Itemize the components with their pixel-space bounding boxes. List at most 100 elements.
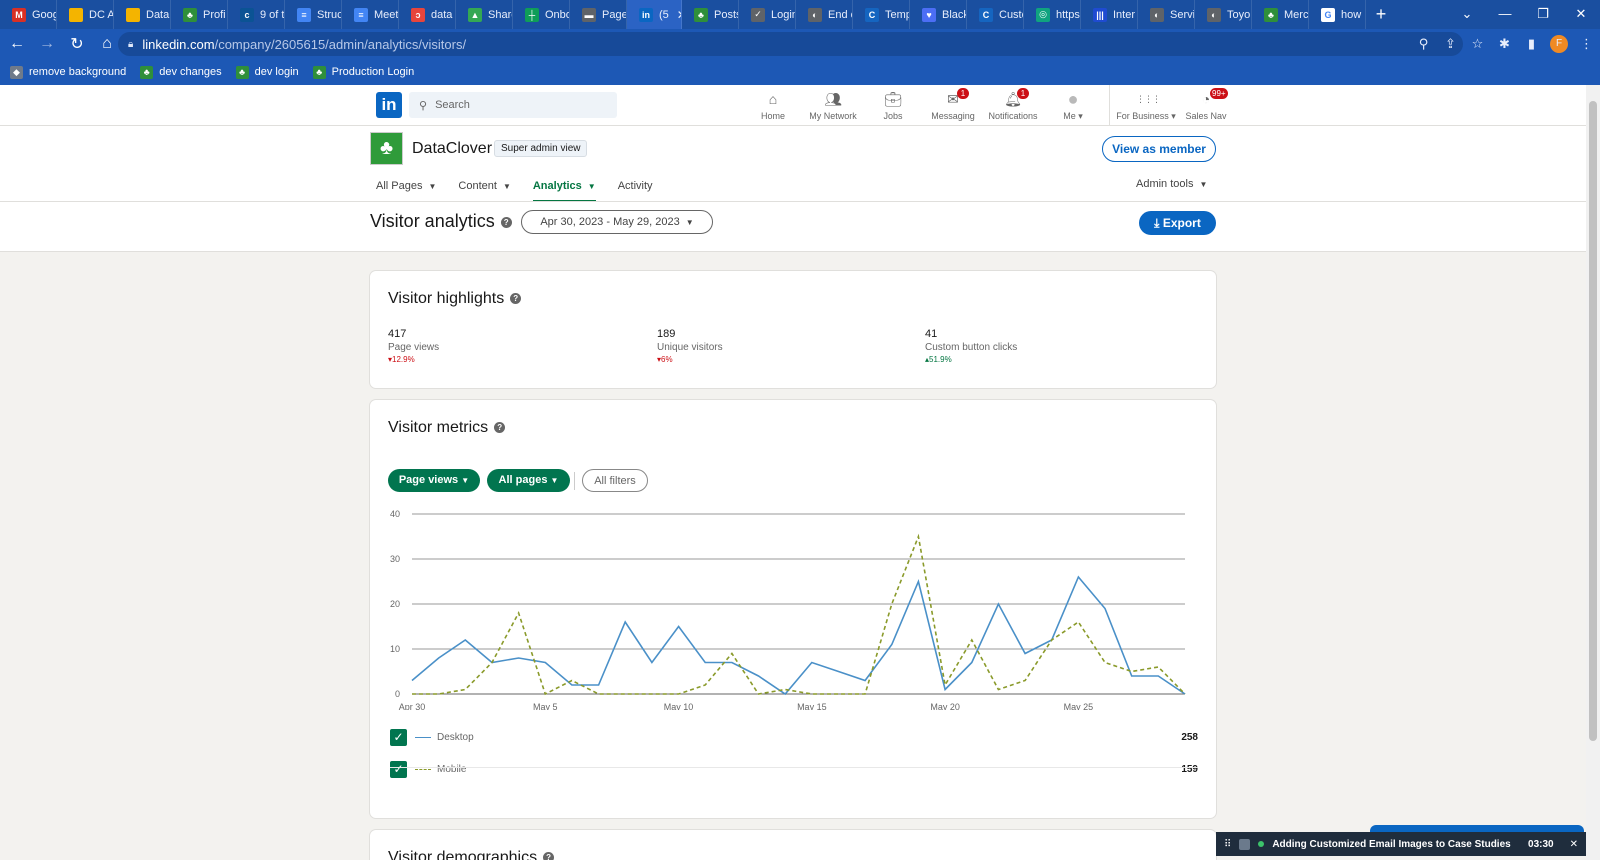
side-panel-icon[interactable]: ▮ (1518, 36, 1545, 52)
legend-item-desktop[interactable]: ✓ Desktop 258 (390, 726, 1198, 748)
reload-icon[interactable]: ↻ (64, 34, 90, 54)
browser-tab[interactable]: ◐ Servi (1138, 0, 1195, 29)
clover-icon: ♣ (312, 65, 326, 79)
browser-tab-label: data (431, 8, 453, 21)
browser-tab[interactable]: DC A (57, 0, 114, 29)
browser-tab[interactable]: ◐ End c (796, 0, 853, 29)
tab-analytics[interactable]: Analytics ▼ (532, 178, 596, 202)
grid-icon: ⋮⋮⋮ (1136, 94, 1161, 104)
browser-tab[interactable]: C Custo (967, 0, 1024, 29)
checkbox-checked-icon[interactable]: ✓ (390, 728, 407, 746)
lock-icon[interactable]: 🔒︎ (128, 39, 133, 50)
help-icon[interactable]: ? (510, 293, 522, 305)
new-tab-icon[interactable]: + (1366, 4, 1396, 25)
tab-all-pages[interactable]: All Pages ▼ (376, 178, 436, 202)
browser-tab[interactable]: M Goog (0, 0, 57, 29)
bookmark-star-icon[interactable]: ☆ (1464, 36, 1491, 52)
browser-tab[interactable]: ┼ Onbo (513, 0, 570, 29)
forward-icon[interactable]: → (34, 35, 60, 53)
browser-tab[interactable]: Data (114, 0, 171, 29)
browser-tab-label: Toyo (1227, 8, 1251, 21)
view-as-member-button[interactable]: View as member (1102, 136, 1216, 162)
share-icon[interactable]: ⇪ (1437, 36, 1464, 52)
browser-tab[interactable]: ≡ Struc (285, 0, 342, 29)
tab-search-icon[interactable]: ⌄ (1448, 0, 1486, 29)
export-button[interactable]: ⤓ Export (1139, 211, 1216, 235)
home-icon: ⌂ (768, 91, 778, 107)
bookmark-item[interactable]: ♣ dev login (235, 65, 299, 79)
nav-home[interactable]: ⌂ Home (743, 85, 803, 126)
highlight-metric: 41 Custom button clicks ▴51.9% (925, 328, 1165, 364)
nav-label: My Network (809, 111, 857, 121)
nav-compass[interactable]: ◔ Sales Nav 99+ (1176, 85, 1236, 126)
clover-icon: ♣ (235, 65, 249, 79)
restore-icon[interactable]: ❐ (1524, 0, 1562, 29)
highlight-value: 41 (925, 328, 938, 340)
scrollbar-thumb[interactable] (1589, 101, 1597, 741)
browser-tab[interactable]: ▬ Page (570, 0, 627, 29)
browser-tab[interactable]: c 9 of t (228, 0, 285, 29)
browser-tab[interactable]: ||| Inter (1081, 0, 1138, 29)
help-icon[interactable]: ? (543, 852, 555, 860)
browser-tab[interactable]: ≡ Meet (342, 0, 399, 29)
help-icon[interactable]: ? (494, 422, 506, 434)
zoom-icon[interactable]: ⚲ (1410, 36, 1437, 52)
nav-grid[interactable]: ⋮⋮⋮ For Business ▾ (1116, 85, 1176, 126)
browser-tab[interactable]: Ghow (1309, 0, 1366, 29)
bookmark-item[interactable]: ♣ dev changes (140, 65, 222, 79)
browser-tab[interactable]: ♣ Posts (682, 0, 739, 29)
close-recorder-icon[interactable]: ✕ (1570, 839, 1578, 850)
browser-tab[interactable]: ↄ data (399, 0, 456, 29)
admin-tools-menu[interactable]: Admin tools ▼ (1136, 178, 1207, 190)
browser-tab[interactable]: ♣ Profi (171, 0, 228, 29)
tab-activity[interactable]: Activity (618, 178, 653, 202)
page-scrollbar[interactable] (1586, 85, 1600, 860)
legend-item-mobile[interactable]: ✓ Mobile 159 (390, 758, 1198, 780)
extensions-icon[interactable]: ✱ (1491, 36, 1518, 52)
nav-label: Sales Nav (1185, 111, 1227, 121)
minimize-icon[interactable]: — (1486, 0, 1524, 29)
metric-filter-dropdown[interactable]: Page views ▼ (388, 469, 480, 492)
nav-messaging[interactable]: ✉ Messaging 1 (923, 85, 983, 126)
nav-label: Messaging (931, 111, 975, 121)
bookmark-item[interactable]: ◆ remove background (10, 65, 126, 79)
linkedin-logo-icon[interactable]: in (376, 92, 402, 118)
search-input[interactable]: ⚲ Search (409, 92, 617, 118)
recording-title: Adding Customized Email Images to Case S… (1272, 838, 1511, 850)
home-browser-icon[interactable]: ⌂ (94, 35, 120, 53)
date-range-selector[interactable]: Apr 30, 2023 - May 29, 2023 ▼ (521, 210, 713, 234)
profile-avatar[interactable]: F (1550, 35, 1568, 53)
org-name[interactable]: DataClover (412, 140, 492, 158)
browser-tab[interactable]: ♥ Black (910, 0, 967, 29)
browser-tab[interactable]: in(5✕ (627, 0, 682, 29)
url-path: /company/2605615/admin/analytics/visitor… (214, 36, 467, 52)
all-filters-button[interactable]: All filters (582, 469, 648, 492)
nav-avatar[interactable]: ● Me ▾ (1043, 85, 1103, 126)
nav-bell[interactable]: 🔔︎ Notifications 1 (983, 85, 1043, 126)
nav-briefcase[interactable]: 💼︎ Jobs (863, 85, 923, 126)
stop-icon[interactable] (1239, 838, 1251, 850)
notification-badge: 99+ (1210, 88, 1228, 99)
checkbox-checked-icon[interactable]: ✓ (390, 760, 407, 778)
browser-menu-icon[interactable]: ⋮ (1573, 36, 1600, 52)
browser-tab[interactable]: ✓ Login (739, 0, 796, 29)
close-window-icon[interactable]: ✕ (1562, 0, 1600, 29)
back-icon[interactable]: ← (4, 35, 30, 53)
highlight-label: Custom button clicks (925, 342, 1018, 353)
browser-tab[interactable]: ◐ Toyo (1195, 0, 1252, 29)
drag-handle-icon[interactable]: ⠿ (1224, 839, 1231, 850)
tab-content[interactable]: Content ▼ (458, 178, 510, 202)
nav-network[interactable]: 👥︎ My Network (803, 85, 863, 126)
browser-tab[interactable]: ▲ Share (456, 0, 513, 29)
linkedin-global-nav: in ⚲ Search ⌂ Home 👥︎ My Network 💼︎ Jobs ✉ Mess… (0, 85, 1586, 126)
address-toolbar: ← → ↻ ⌂ 🔒︎ linkedin.com/company/2605615/… (0, 29, 1600, 59)
address-bar[interactable]: 🔒︎ linkedin.com/company/2605615/admin/an… (118, 32, 1463, 56)
highlights-title-text: Visitor highlights (388, 290, 505, 307)
browser-tab[interactable]: ◎ https (1024, 0, 1081, 29)
bookmark-item[interactable]: ♣ Production Login (312, 65, 414, 79)
pages-filter-dropdown[interactable]: All pages ▼ (487, 469, 570, 492)
browser-tab[interactable]: C Temp (853, 0, 910, 29)
help-icon[interactable]: ? (500, 216, 512, 228)
browser-tab[interactable]: ♣ Merc (1252, 0, 1309, 29)
org-logo-clover-icon[interactable]: ♣ (370, 132, 403, 165)
